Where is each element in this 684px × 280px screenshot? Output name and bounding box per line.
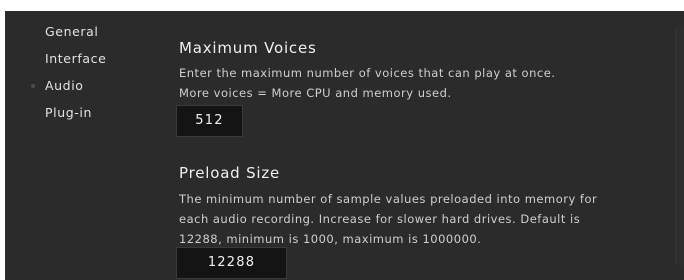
max-voices-title: Maximum Voices (179, 39, 317, 57)
active-indicator-dot (31, 84, 35, 88)
sidebar-item-interface[interactable]: Interface (45, 51, 106, 66)
settings-sidebar: General Interface Audio Plug-in (5, 11, 155, 280)
preload-size-input[interactable]: 12288 (176, 247, 287, 279)
sidebar-item-general[interactable]: General (45, 24, 98, 39)
preload-size-description-line-2: each audio recording. Increase for slowe… (179, 212, 581, 226)
audio-settings-panel: Maximum Voices Enter the maximum number … (176, 11, 669, 280)
preload-size-title: Preload Size (179, 164, 281, 182)
max-voices-input[interactable]: 512 (176, 105, 243, 137)
content-scrollbar[interactable] (675, 27, 684, 265)
max-voices-description-line-1: Enter the maximum number of voices that … (179, 66, 556, 80)
sidebar-item-audio[interactable]: Audio (45, 78, 84, 93)
preload-size-description-line-1: The minimum number of sample values prel… (179, 192, 598, 206)
max-voices-description-line-2: More voices = More CPU and memory used. (179, 86, 452, 100)
sidebar-item-plug-in[interactable]: Plug-in (45, 105, 92, 120)
preferences-window: General Interface Audio Plug-in Maximum … (5, 11, 684, 280)
